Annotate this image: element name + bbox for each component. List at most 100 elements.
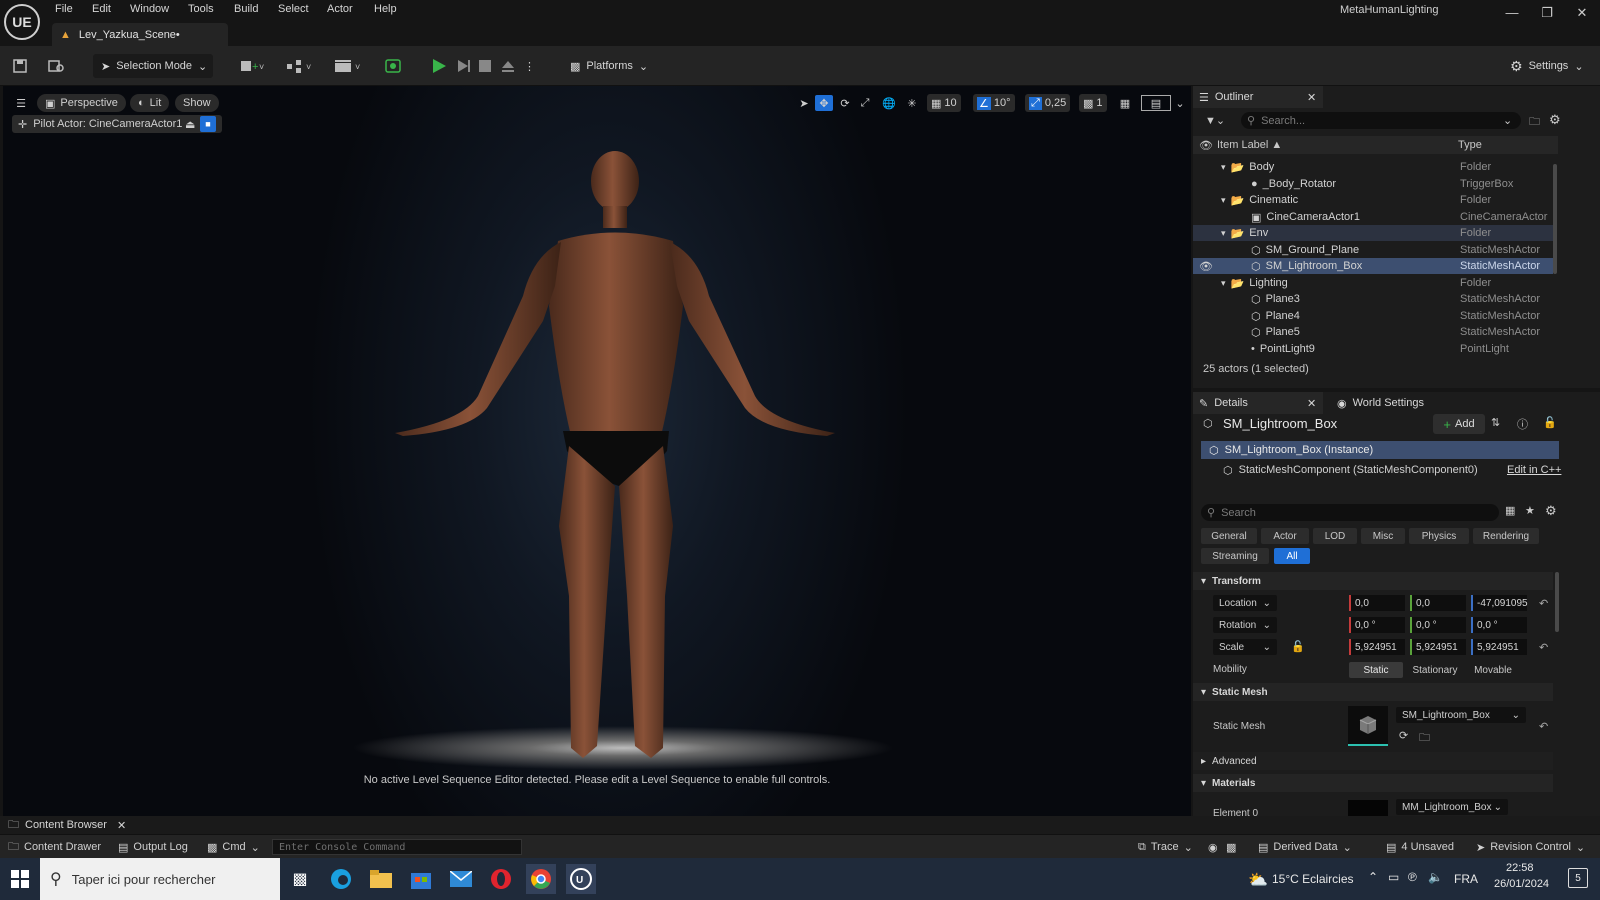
notifications-icon[interactable]: 5 bbox=[1568, 868, 1588, 888]
menu-window[interactable]: Window bbox=[130, 3, 169, 15]
favorite-star-icon[interactable]: ★ bbox=[1525, 504, 1535, 517]
select-tool-icon[interactable]: ➤ bbox=[795, 95, 813, 111]
show-button[interactable]: Show bbox=[175, 94, 219, 112]
play-icon[interactable] bbox=[430, 54, 448, 78]
outliner-row[interactable]: ⬡ SM_Ground_Plane StaticMeshActor bbox=[1193, 242, 1553, 258]
menu-file[interactable]: File bbox=[55, 3, 73, 15]
outliner-row[interactable]: ▾ 📂 Cinematic Folder bbox=[1193, 192, 1553, 208]
selection-mode-dropdown[interactable]: ➤ Selection Mode ⌄ bbox=[93, 54, 213, 78]
outliner-row[interactable]: ▾ 📂 Lighting Folder bbox=[1193, 275, 1553, 291]
rotation-x-input[interactable]: 0,0 ° bbox=[1349, 617, 1405, 633]
unreal-logo-icon[interactable]: UE bbox=[4, 4, 40, 40]
menu-actor[interactable]: Actor bbox=[327, 3, 353, 15]
details-scrollbar[interactable] bbox=[1555, 572, 1559, 632]
edit-in-cpp-link[interactable]: Edit in C++ bbox=[1507, 464, 1561, 476]
play-options-icon[interactable]: ⋮ bbox=[524, 54, 535, 78]
expand-arrow-icon[interactable]: ▾ bbox=[1221, 228, 1226, 239]
level-tab[interactable]: ▲ Lev_Yazkua_Scene• bbox=[52, 23, 228, 46]
stop-icon[interactable] bbox=[478, 54, 492, 78]
save-icon[interactable] bbox=[12, 54, 28, 78]
scale-z-input[interactable]: 5,924951 bbox=[1471, 639, 1527, 655]
windows-start-icon[interactable] bbox=[5, 864, 35, 894]
screenshot-icon[interactable]: ▩ bbox=[1226, 839, 1236, 855]
filter-lod[interactable]: LOD bbox=[1313, 528, 1357, 544]
platforms-dropdown[interactable]: ▩ Platforms ⌄ bbox=[570, 54, 648, 78]
visibility-icon[interactable]: 👁 bbox=[1199, 139, 1213, 152]
instance-row[interactable]: ⬡ SM_Lightroom_Box (Instance) bbox=[1201, 441, 1559, 459]
surface-snap-icon[interactable]: ✳ bbox=[903, 95, 921, 111]
advanced-section[interactable]: ▸ Advanced bbox=[1193, 752, 1553, 770]
opera-icon[interactable] bbox=[486, 864, 516, 894]
content-drawer-button[interactable]: 🗀 Content Drawer bbox=[8, 839, 101, 855]
grid-snap-button[interactable]: ▦ 10 bbox=[927, 94, 961, 112]
derived-data-dropdown[interactable]: ▤ Derived Data ⌄ bbox=[1258, 839, 1352, 855]
settings-dropdown[interactable]: ⚙ Settings ⌄ bbox=[1510, 54, 1584, 78]
add-folder-icon[interactable]: 🗀 bbox=[1529, 113, 1540, 132]
mail-icon[interactable] bbox=[446, 864, 476, 894]
file-explorer-icon[interactable] bbox=[366, 864, 396, 894]
close-icon[interactable]: ✕ bbox=[117, 819, 126, 832]
filter-general[interactable]: General bbox=[1201, 528, 1257, 544]
filter-physics[interactable]: Physics bbox=[1409, 528, 1469, 544]
blueprint-icon[interactable]: ⇅ bbox=[1491, 416, 1500, 429]
menu-edit[interactable]: Edit bbox=[92, 3, 111, 15]
viewport-menu-icon[interactable]: ☰ bbox=[11, 94, 31, 112]
material-thumbnail[interactable] bbox=[1348, 800, 1388, 816]
scale-y-input[interactable]: 5,924951 bbox=[1410, 639, 1466, 655]
close-icon[interactable]: ✕ bbox=[1572, 5, 1592, 21]
details-settings-icon[interactable]: ⚙ bbox=[1545, 503, 1557, 519]
static-mesh-section[interactable]: ▾ Static Mesh bbox=[1193, 683, 1553, 701]
filter-rendering[interactable]: Rendering bbox=[1473, 528, 1539, 544]
clock-time[interactable]: 22:58 bbox=[1506, 862, 1534, 874]
filter-actor[interactable]: Actor bbox=[1261, 528, 1309, 544]
filter-misc[interactable]: Misc bbox=[1361, 528, 1405, 544]
menu-tools[interactable]: Tools bbox=[188, 3, 214, 15]
blueprint-button[interactable]: ˅ bbox=[286, 54, 316, 78]
camera-lock-icon[interactable]: ■ bbox=[200, 116, 216, 132]
rotation-dropdown[interactable]: Rotation ⌄ bbox=[1213, 617, 1277, 633]
outliner-row[interactable]: ▣ CineCameraActor1 CineCameraActor bbox=[1193, 209, 1553, 225]
transform-section[interactable]: ▾ Transform bbox=[1193, 572, 1553, 590]
mobility-movable[interactable]: Movable bbox=[1465, 662, 1521, 678]
chrome-icon[interactable] bbox=[526, 864, 556, 894]
unreal-engine-taskbar-icon[interactable]: U bbox=[566, 864, 596, 894]
scale-dropdown[interactable]: Scale ⌄ bbox=[1213, 639, 1277, 655]
close-icon[interactable]: ✕ bbox=[1307, 91, 1316, 104]
move-tool-icon[interactable]: ✥ bbox=[815, 95, 833, 111]
scale-snap-button[interactable]: ⤢ 0,25 bbox=[1025, 94, 1071, 112]
location-dropdown[interactable]: Location ⌄ bbox=[1213, 595, 1277, 611]
static-mesh-asset-dropdown[interactable]: SM_Lightroom_Box ⌄ bbox=[1396, 707, 1526, 723]
expand-arrow-icon[interactable]: ▾ bbox=[1221, 278, 1226, 289]
layout-icon[interactable]: ▦ bbox=[1116, 95, 1134, 111]
outliner-row[interactable]: • PointLight9 PointLight bbox=[1193, 341, 1553, 357]
outliner-row[interactable]: ⬡ Plane5 StaticMeshActor bbox=[1193, 324, 1553, 340]
revision-control-dropdown[interactable]: ➤ Revision Control ⌄ bbox=[1476, 839, 1585, 855]
camera-speed-button[interactable]: ▩ 1 bbox=[1079, 94, 1107, 112]
type-header[interactable]: Type bbox=[1458, 139, 1482, 151]
mesh-thumbnail[interactable] bbox=[1348, 706, 1388, 746]
world-settings-tab[interactable]: ◉ World Settings bbox=[1331, 392, 1461, 414]
materials-section[interactable]: ▾ Materials bbox=[1193, 774, 1553, 792]
expand-arrow-icon[interactable]: ▾ bbox=[1221, 195, 1226, 206]
material-asset-dropdown[interactable]: MM_Lightroom_Box ⌄ bbox=[1396, 799, 1508, 815]
filter-all[interactable]: All bbox=[1274, 548, 1310, 564]
location-x-input[interactable]: 0,0 bbox=[1349, 595, 1405, 611]
restore-icon[interactable]: ❐ bbox=[1537, 5, 1557, 21]
rotation-z-input[interactable]: 0,0 ° bbox=[1471, 617, 1527, 633]
step-icon[interactable] bbox=[456, 54, 472, 78]
menu-select[interactable]: Select bbox=[278, 3, 309, 15]
scale-lock-icon[interactable]: 🔓 bbox=[1291, 640, 1305, 653]
reset-location-icon[interactable]: ↶ bbox=[1539, 597, 1548, 610]
filter-streaming[interactable]: Streaming bbox=[1201, 548, 1269, 564]
eject-pilot-icon[interactable]: ⏏ bbox=[185, 118, 195, 131]
level-viewport[interactable]: ☰ ▣ Perspective ◐ Lit Show ✛ Pilot Actor… bbox=[3, 86, 1191, 816]
add-component-button[interactable]: + Add bbox=[1433, 414, 1485, 434]
mobility-static[interactable]: Static bbox=[1349, 662, 1403, 678]
outliner-row[interactable]: ⬡ Plane4 StaticMeshActor bbox=[1193, 308, 1553, 324]
outliner-scrollbar[interactable] bbox=[1553, 164, 1557, 274]
content-browser-tab[interactable]: 🗀 Content Browser ✕ bbox=[4, 816, 130, 834]
grid-view-icon[interactable]: ▦ bbox=[1505, 504, 1515, 517]
expand-arrow-icon[interactable]: ▾ bbox=[1221, 162, 1226, 173]
lit-button[interactable]: ◐ Lit bbox=[130, 94, 170, 112]
modes-icon[interactable] bbox=[384, 54, 402, 78]
